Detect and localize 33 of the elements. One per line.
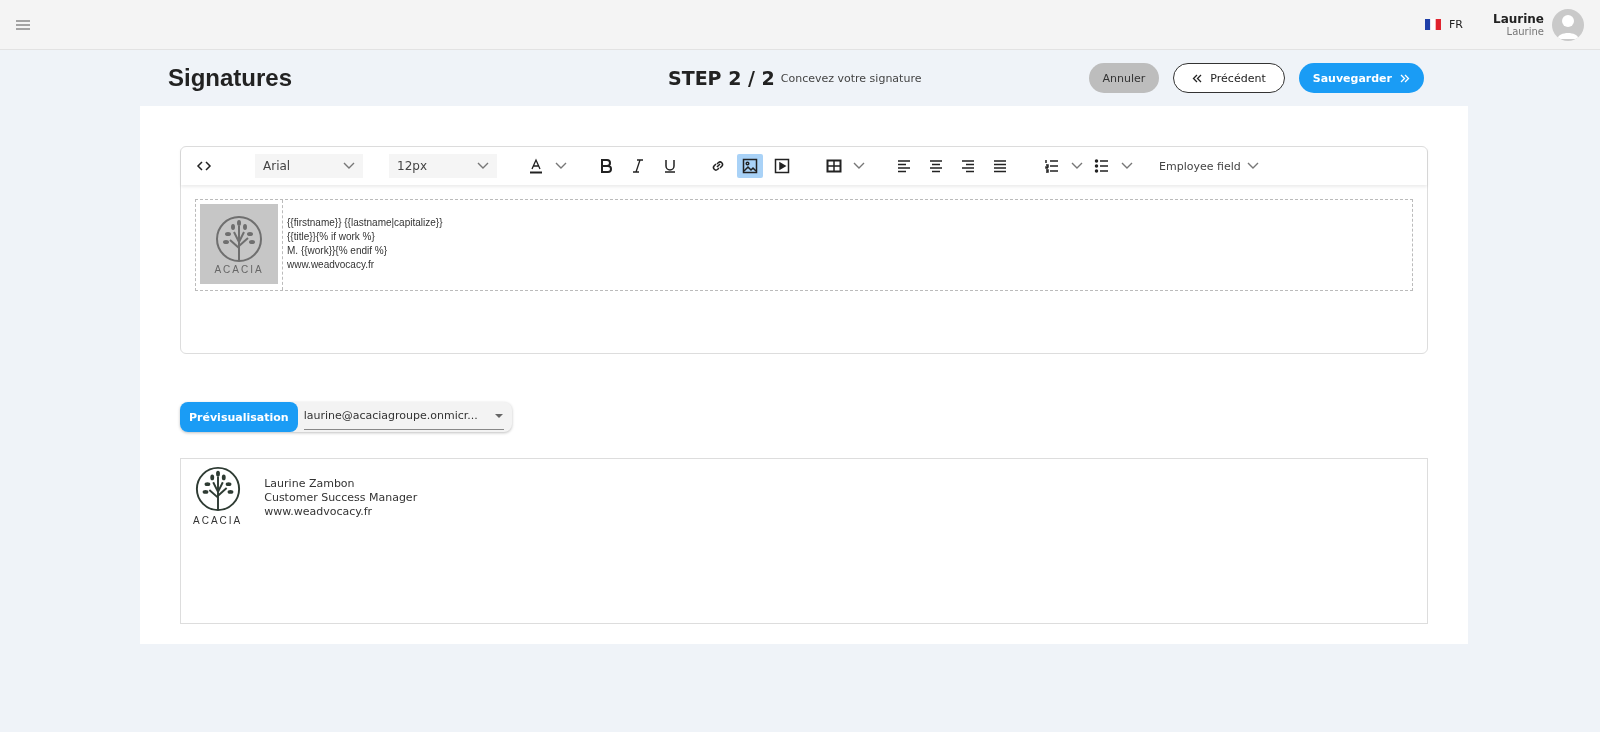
- email-select[interactable]: laurine@acaciagroupe.onmicr...: [303, 402, 504, 430]
- chevron-down-icon: [1246, 162, 1259, 170]
- signature-line: Customer Success Manager: [264, 491, 418, 505]
- step-caption: Concevez votre signature: [780, 71, 922, 85]
- font-select[interactable]: Arial: [255, 154, 363, 178]
- cancel-button[interactable]: Annuler: [1088, 63, 1160, 93]
- language-label[interactable]: FR: [1449, 18, 1463, 31]
- chevron-down-icon: [477, 162, 489, 170]
- template-line: {{firstname}} {{lastname|capitalize}}: [287, 216, 443, 230]
- logo-image: ACACIA: [193, 465, 243, 617]
- user-name: Laurine: [1493, 12, 1544, 26]
- user-subtitle: Laurine: [1506, 26, 1544, 37]
- step-indicator: STEP 2 / 2: [668, 67, 775, 89]
- employee-field-dropdown[interactable]: Employee field: [1159, 159, 1259, 173]
- template-line: {{title}}{% if work %}: [287, 230, 376, 244]
- previous-button[interactable]: Précédent: [1173, 63, 1285, 93]
- double-chevron-right-icon: [1400, 73, 1410, 83]
- signature-line: Laurine Zambon: [264, 477, 356, 491]
- image-icon[interactable]: [737, 154, 763, 178]
- signature-line: www.weadvocacy.fr: [264, 505, 374, 519]
- chevron-down-icon: [555, 162, 567, 170]
- chevron-down-icon: [343, 162, 355, 170]
- double-chevron-left-icon: [1192, 73, 1203, 83]
- template-line: www.weadvocacy.fr: [287, 258, 376, 272]
- dropdown-arrow-icon: [494, 412, 504, 419]
- logo-image: ACACIA: [200, 204, 278, 284]
- template-line: M. {{work}}{% endif %}: [287, 244, 389, 258]
- chevron-down-icon: [1071, 162, 1083, 170]
- page-title: Signatures: [168, 64, 294, 92]
- chevron-down-icon: [1121, 162, 1133, 170]
- font-size-select[interactable]: 12px: [389, 154, 497, 178]
- flag-icon: [1425, 19, 1441, 30]
- chevron-down-icon: [853, 162, 865, 170]
